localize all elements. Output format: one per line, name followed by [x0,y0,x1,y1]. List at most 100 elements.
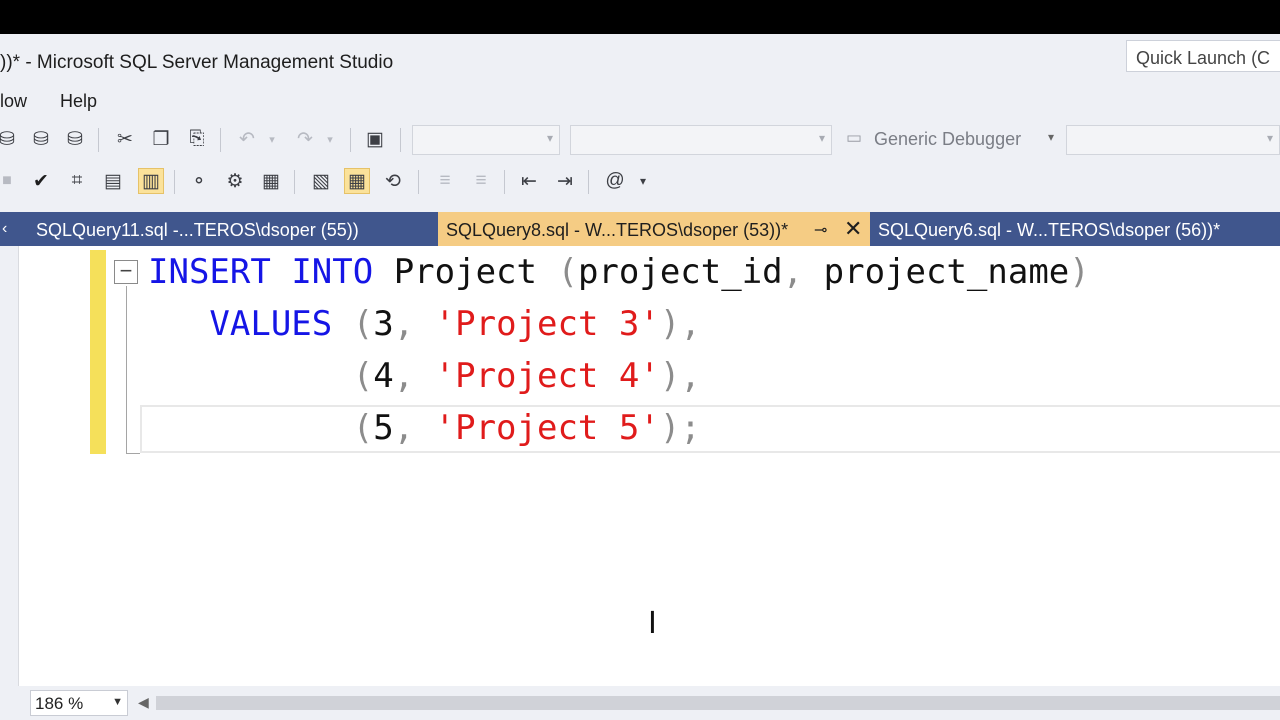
punctuation: ( [352,408,374,448]
number: 4 [373,356,394,396]
keyword: INSERT [148,252,271,292]
toolbar-separator [418,170,419,194]
toolbar-separator [504,170,505,194]
editor-margin-line [18,246,19,686]
toolbar-overflow-icon[interactable]: ▾ [634,168,652,194]
toolbar-separator [98,128,99,152]
toolbar-separator [294,170,295,194]
punctuation: ), [659,304,701,344]
redo-icon[interactable]: ↷ [292,126,318,152]
client-statistics-icon[interactable]: ⟲ [380,168,406,194]
punctuation: ) [1069,252,1090,292]
keyword: VALUES [209,304,333,344]
toolbar-separator [588,170,589,194]
code-line-3: (4, 'Project 4'), [148,350,701,402]
punctuation: , [393,304,415,344]
string-literal: 'Project 4' [434,356,660,396]
tab-sqlquery6[interactable]: SQLQuery6.sql - W...TEROS\dsoper (56))* [872,212,1280,246]
tab-label: SQLQuery11.sql -...TEROS\dsoper (55)) [36,220,359,240]
toolbar-separator [220,128,221,152]
sql-editor-toolbar: ■ ✔ ⌗ ▤ ▥ ⚬ ⚙ ▦ ▧ ▦ ⟲ ≡ ≡ ⇤ ⇥ @ ▾ [0,161,1280,201]
number: 3 [373,304,394,344]
toolbar-separator [174,170,175,194]
outline-line [126,286,127,454]
string-literal: 'Project 5' [434,408,660,448]
punctuation: ( [352,304,374,344]
punctuation: ( [352,356,374,396]
collapse-icon[interactable]: − [114,260,138,284]
close-icon[interactable]: ✕ [844,216,862,242]
db-query-icon[interactable]: ⛁ [0,126,20,152]
tab-scroll-left-icon[interactable]: ‹ [0,212,16,246]
number: 5 [373,408,394,448]
tab-label: SQLQuery8.sql - W...TEROS\dsoper (53))* [446,220,789,240]
uncomment-lines-icon[interactable]: ≡ [468,168,494,194]
punctuation: ), [659,356,701,396]
debugger-icon: ▭ [846,128,863,147]
results-to-text-icon[interactable]: ▤ [100,168,126,194]
paste-icon[interactable]: ⎘ [184,126,210,152]
menu-bar: low Help [0,86,1280,116]
keyword: INTO [291,252,374,292]
query-design-icon[interactable]: ⌗ [64,168,90,194]
pin-icon[interactable]: ⊸ [814,220,827,240]
solution-config-dropdown[interactable]: ▾ [412,125,560,155]
debugger-label: Generic Debugger [874,129,1022,149]
redo-dropdown-icon[interactable]: ▾ [322,126,338,152]
debugger-dropdown[interactable]: ▭ Generic Debugger ▾ [840,125,1062,155]
results-to-file-icon[interactable]: ▥ [138,168,164,194]
debug-stop-icon[interactable]: ■ [0,168,20,194]
menu-help[interactable]: Help [60,91,97,112]
punctuation: , [393,356,415,396]
chevron-down-icon: ▾ [1047,130,1054,144]
comment-lines-icon[interactable]: ≡ [432,168,458,194]
platform-dropdown[interactable]: ▾ [570,125,832,155]
chevron-down-icon: ▾ [546,131,553,145]
undo-dropdown-icon[interactable]: ▾ [264,126,280,152]
editor-left-margin [0,246,18,686]
chevron-down-icon: ▾ [818,131,825,145]
horizontal-scrollbar[interactable] [156,696,1280,710]
code-line-1: INSERT INTO Project (project_id, project… [148,246,1090,298]
table-name: Project [393,252,537,292]
zoom-dropdown[interactable]: 186 % ▼ [30,690,128,716]
chevron-down-icon: ▼ [112,696,123,708]
undo-icon[interactable]: ↶ [234,126,260,152]
cut-icon[interactable]: ✂ [112,126,138,152]
include-plan-icon[interactable]: ▧ [308,168,334,194]
parse-checkmark-icon[interactable]: ✔ [28,168,54,194]
window-title: ))* - Microsoft SQL Server Management St… [0,52,394,73]
standard-toolbar: ⛁ ⛁ ⛁ ✂ ❐ ⎘ ↶ ▾ ↷ ▾ ▣ ▾ ▾ ▭ Generic Debu… [0,119,1280,159]
debug-target-dropdown[interactable]: ▾ [1066,125,1280,155]
code-line-2: VALUES (3, 'Project 3'), [148,298,701,350]
activity-monitor-icon[interactable]: ▣ [362,126,388,152]
decrease-indent-icon[interactable]: ⇤ [516,168,542,194]
scroll-left-arrow-icon[interactable]: ◀ [138,694,149,711]
estimated-plan-icon[interactable]: ⚬ [186,168,212,194]
specify-template-values-icon[interactable]: @ [602,168,628,194]
menu-window[interactable]: low [0,91,27,112]
string-literal: 'Project 3' [434,304,660,344]
mouse-ibeam-cursor-icon: I [648,606,657,641]
quick-launch-input[interactable]: Quick Launch (C [1126,40,1280,72]
toolbar-separator [400,128,401,152]
screen-top-edge [0,0,1280,34]
column-name: project_name [823,252,1070,292]
tab-sqlquery11[interactable]: SQLQuery11.sql -...TEROS\dsoper (55)) [30,212,436,246]
chevron-down-icon: ▾ [1266,131,1273,145]
dax-query-icon[interactable]: ⛁ [62,126,88,152]
xmla-query-icon[interactable]: ⛁ [28,126,54,152]
query-options-icon[interactable]: ⚙ [222,168,248,194]
results-to-grid-icon[interactable]: ▦ [344,168,370,194]
increase-indent-icon[interactable]: ⇥ [552,168,578,194]
document-tab-strip: SQLQuery11.sql -...TEROS\dsoper (55)) SQ… [0,212,1280,246]
code-line-4: (5, 'Project 5'); [148,402,701,454]
punctuation: , [393,408,415,448]
tab-label: SQLQuery6.sql - W...TEROS\dsoper (56))* [878,220,1221,240]
intellisense-icon[interactable]: ▦ [258,168,284,194]
toolbar-separator [350,128,351,152]
copy-icon[interactable]: ❐ [148,126,174,152]
tab-sqlquery8[interactable]: SQLQuery8.sql - W...TEROS\dsoper (53))* … [438,212,870,246]
editor-bottom-bar: 186 % ▼ ◀ [0,686,1280,720]
zoom-value: 186 % [35,694,84,713]
